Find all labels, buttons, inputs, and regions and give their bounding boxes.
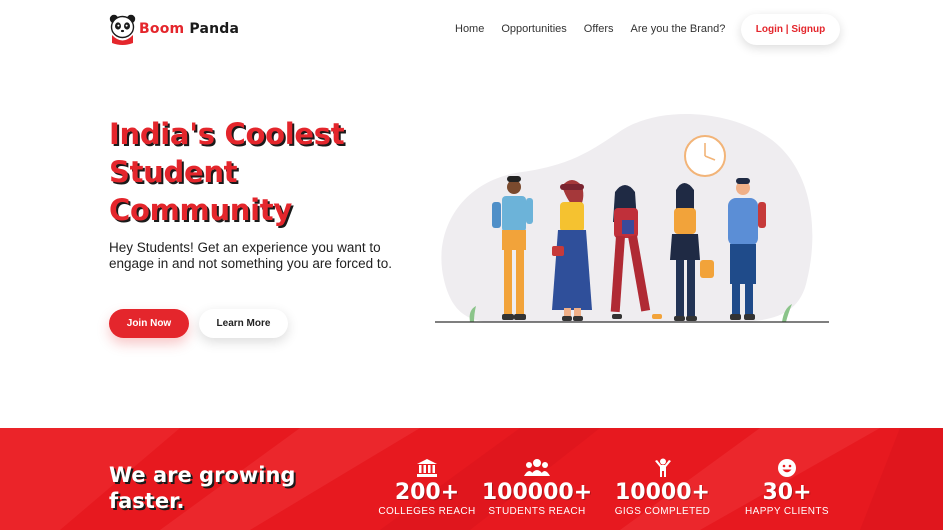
learn-more-button[interactable]: Learn More (199, 309, 288, 338)
students-group-icon (477, 458, 597, 478)
brand-name: Boom Panda (139, 21, 239, 37)
stats-band: We are growing faster. 200+ COLLEGES REA… (0, 428, 943, 530)
college-building-icon (362, 458, 492, 478)
nav-link-opportunities[interactable]: Opportunities (501, 23, 566, 35)
stat-label: HAPPY CLIENTS (745, 506, 829, 517)
hero-subtitle: Hey Students! Get an experience you want… (109, 240, 392, 271)
stat-students: 100000+ STUDENTS REACH (477, 458, 597, 518)
nav-link-home[interactable]: Home (455, 23, 484, 35)
smiley-face-icon (737, 458, 837, 478)
nav-link-are-you-the-brand[interactable]: Are you the Brand? (631, 23, 726, 35)
brand-logo[interactable]: Boom Panda (109, 13, 239, 45)
stat-label: GIGS COMPLETED (614, 506, 711, 517)
wall-clock-icon (684, 135, 726, 177)
stat-colleges: 200+ COLLEGES REACH (362, 458, 492, 518)
stat-value: 30+ (762, 480, 812, 505)
nav-link-offers[interactable]: Offers (584, 23, 614, 35)
stat-value: 100000+ (481, 480, 593, 505)
stat-label: STUDENTS REACH (488, 506, 586, 517)
stat-label: COLLEGES REACH (378, 506, 476, 517)
stat-clients: 30+ HAPPY CLIENTS (737, 458, 837, 518)
login-signup-button[interactable]: Login | Signup (741, 14, 840, 45)
hero-title: India's Coolest Student Community (109, 117, 345, 227)
person-achievement-icon (605, 458, 720, 478)
top-navbar: Boom Panda Home Opportunities Offers Are… (0, 0, 943, 60)
join-now-button[interactable]: Join Now (109, 309, 189, 338)
brand-name-part2: Panda (189, 21, 240, 37)
stat-value: 200+ (394, 480, 460, 505)
students-group-illustration (435, 113, 829, 323)
panda-logo-icon (109, 14, 136, 45)
stat-value: 10000+ (615, 480, 710, 505)
brand-name-part1: Boom (139, 21, 185, 37)
main-nav: Home Opportunities Offers Are you the Br… (455, 23, 742, 35)
stat-gigs: 10000+ GIGS COMPLETED (605, 458, 720, 518)
band-title: We are growing faster. (109, 463, 296, 513)
